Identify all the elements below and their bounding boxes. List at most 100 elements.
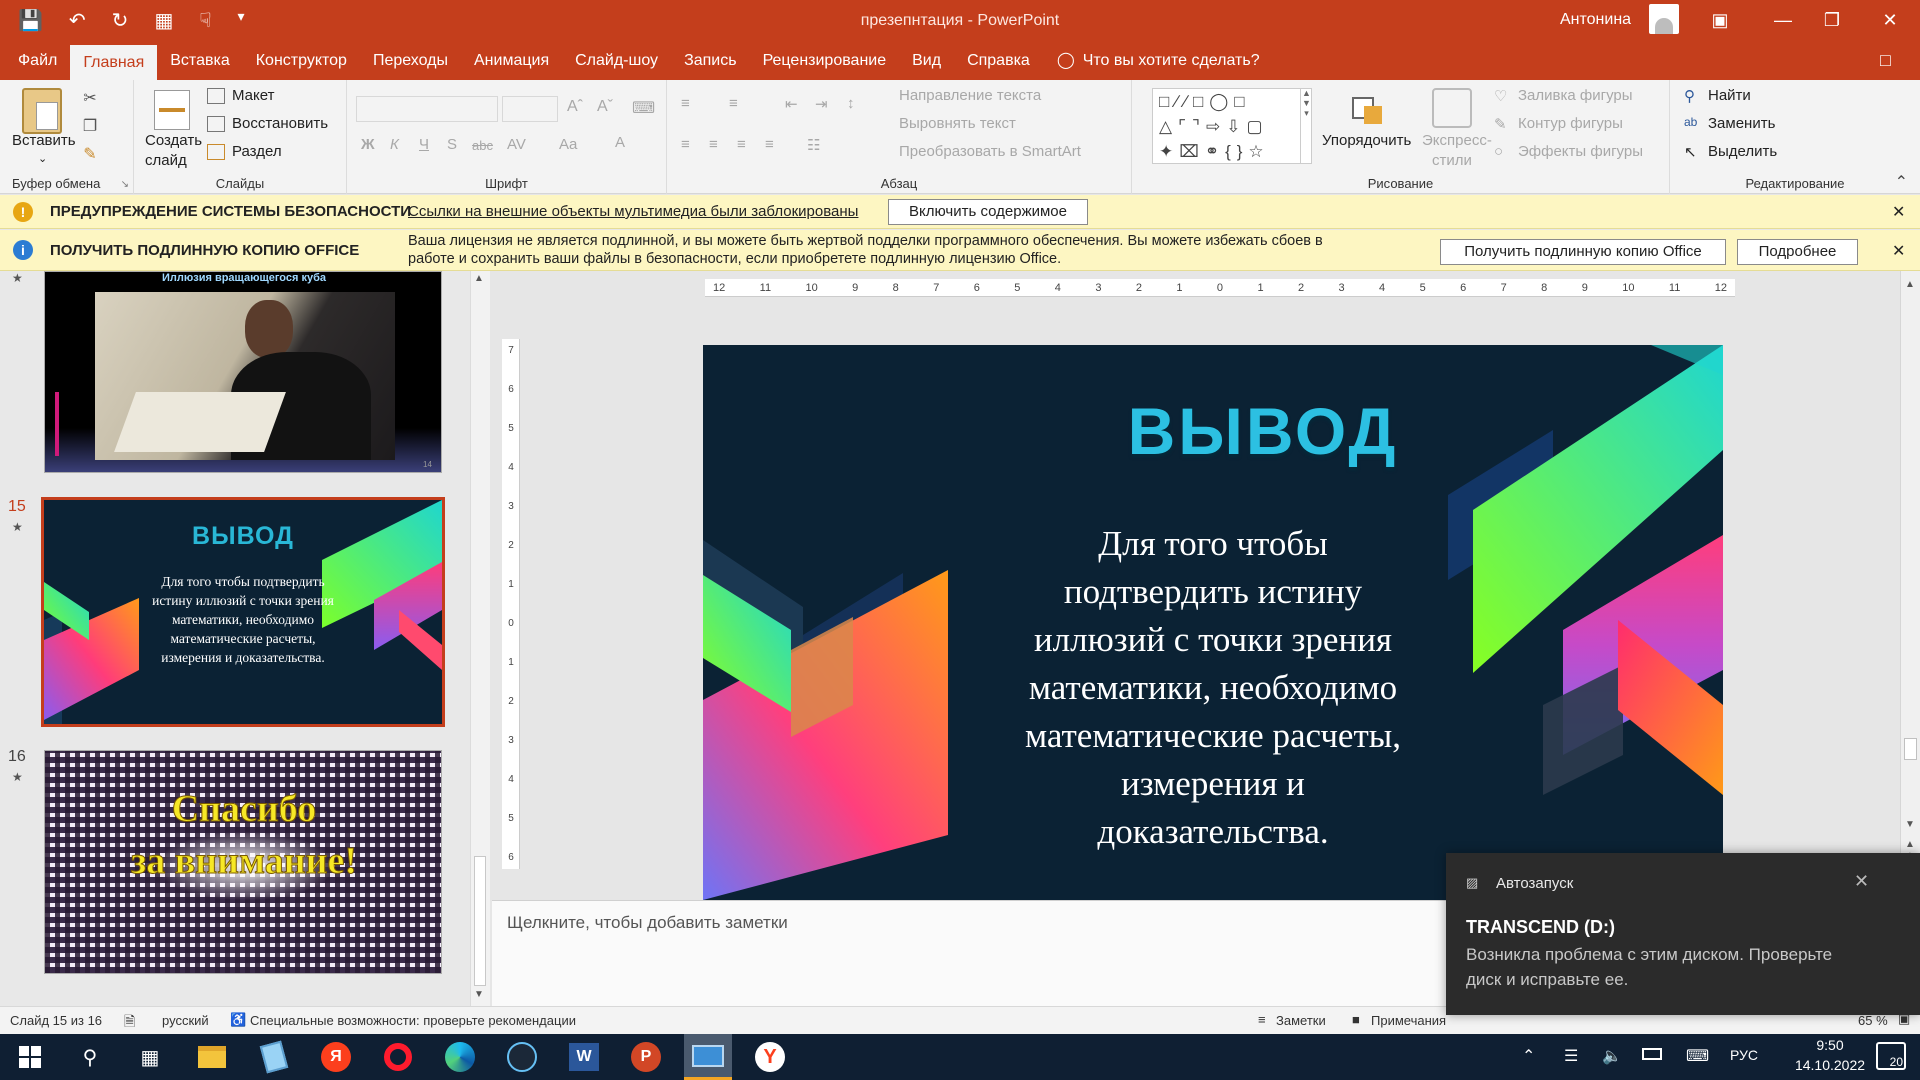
increase-indent-icon[interactable]: ⇥ — [815, 95, 828, 113]
shrink-font-icon[interactable]: Aˇ — [597, 98, 613, 116]
scroll-thumb[interactable] — [474, 856, 486, 986]
dialog-launcher-icon[interactable]: ↘ — [121, 179, 129, 190]
powerpoint-icon[interactable]: P — [622, 1039, 670, 1075]
tab-insert[interactable]: Вставка — [157, 42, 242, 80]
tab-view[interactable]: Вид — [899, 42, 954, 80]
close-bar-icon[interactable]: ✕ — [1892, 202, 1905, 222]
close-bar-icon[interactable]: ✕ — [1892, 241, 1905, 261]
quick-styles-icon[interactable] — [1432, 88, 1472, 128]
active-app-icon[interactable] — [684, 1034, 732, 1080]
calculator-icon[interactable] — [250, 1039, 298, 1075]
new-slide-label-1[interactable]: Создать — [145, 132, 202, 149]
slide-body[interactable]: Для того чтобы подтвердить истину иллюзи… — [973, 520, 1453, 856]
comments-icon[interactable]: □ — [1880, 50, 1891, 71]
tab-help[interactable]: Справка — [954, 42, 1043, 80]
tab-record[interactable]: Запись — [671, 42, 750, 80]
wifi-icon[interactable]: ☰ — [1564, 1046, 1578, 1066]
steam-icon[interactable] — [498, 1039, 546, 1075]
font-size-field[interactable] — [502, 96, 558, 122]
tab-slideshow[interactable]: Слайд-шоу — [562, 42, 671, 80]
tab-home[interactable]: Главная — [70, 45, 158, 80]
numbering-icon[interactable]: ≡ — [729, 95, 738, 112]
tray-chevron-icon[interactable]: ⌃ — [1522, 1046, 1535, 1066]
align-center-icon[interactable]: ≡ — [709, 136, 718, 153]
notification-center-icon[interactable]: 20 — [1876, 1042, 1906, 1070]
word-icon[interactable]: W — [560, 1039, 608, 1075]
slide-thumbnail-15[interactable]: ВЫВОД Для того чтобы подтвердить истину … — [41, 497, 445, 727]
minimize-icon[interactable]: — — [1763, 6, 1803, 34]
avatar[interactable] — [1649, 4, 1679, 34]
thumbnail-scrollbar[interactable]: ▲ ▼ — [470, 271, 490, 1006]
tab-file[interactable]: Файл — [0, 42, 70, 80]
yandex-browser-icon[interactable]: Я — [312, 1039, 360, 1075]
new-slide-label-2[interactable]: слайд — [145, 152, 187, 169]
blocked-media-link[interactable]: Ссылки на внешние объекты мультимедиа бы… — [408, 203, 858, 220]
line-spacing-icon[interactable]: ↕ — [847, 95, 855, 112]
yandex-icon[interactable]: Y — [746, 1039, 794, 1075]
opera-icon[interactable] — [374, 1039, 422, 1075]
paste-button[interactable]: Вставить — [12, 132, 76, 149]
close-icon[interactable]: ✕ — [1870, 6, 1910, 34]
slide-thumbnail-16[interactable]: Спасибо за внимание! — [44, 750, 442, 974]
maximize-icon[interactable]: ❐ — [1812, 6, 1852, 34]
language-indicator[interactable]: русский — [162, 1013, 209, 1028]
font-name-field[interactable] — [356, 96, 498, 122]
scroll-down-icon[interactable]: ▼ — [1905, 819, 1915, 830]
shadow-icon[interactable]: S — [447, 136, 457, 153]
collapse-ribbon-icon[interactable]: ⌃ — [1895, 172, 1908, 192]
align-text-button[interactable]: Выровнять текст — [899, 115, 1016, 132]
tab-transitions[interactable]: Переходы — [360, 42, 461, 80]
scroll-up-icon[interactable]: ▲ — [1905, 279, 1915, 290]
format-painter-icon[interactable]: ✎ — [80, 144, 100, 164]
justify-icon[interactable]: ≡ — [765, 136, 774, 153]
spelling-icon[interactable]: 🗎 — [124, 1011, 135, 1035]
tab-animations[interactable]: Анимация — [461, 42, 562, 80]
find-button[interactable]: Найти — [1708, 87, 1751, 104]
strike-icon[interactable]: abc — [472, 138, 493, 153]
shape-effects-button[interactable]: Эффекты фигуры — [1518, 143, 1643, 160]
align-left-icon[interactable]: ≡ — [681, 136, 690, 153]
case-icon[interactable]: Aa — [559, 136, 577, 153]
arrange-icon[interactable] — [1347, 88, 1387, 128]
text-direction-button[interactable]: Направление текста — [899, 87, 1041, 104]
get-genuine-button[interactable]: Получить подлинную копию Office — [1440, 239, 1726, 265]
slide-title[interactable]: ВЫВОД — [1003, 393, 1523, 469]
ribbon-display-icon[interactable]: ▣ — [1700, 6, 1740, 34]
grow-font-icon[interactable]: Aˆ — [567, 98, 583, 116]
smartart-button[interactable]: Преобразовать в SmartArt — [899, 143, 1081, 160]
tab-review[interactable]: Рецензирование — [750, 42, 900, 80]
slide-canvas[interactable]: ВЫВОД Для того чтобы подтвердить истину … — [703, 345, 1723, 900]
toast-close-icon[interactable]: ✕ — [1854, 871, 1869, 892]
notes-toggle[interactable]: Заметки — [1276, 1013, 1326, 1028]
reset-button[interactable]: Восстановить — [232, 115, 328, 132]
columns-icon[interactable]: ☷ — [807, 136, 820, 154]
select-button[interactable]: Выделить — [1708, 143, 1777, 160]
italic-icon[interactable]: К — [390, 136, 399, 153]
scroll-down-icon[interactable]: ▼ — [474, 989, 484, 1000]
volume-icon[interactable]: 🔈 — [1602, 1046, 1622, 1066]
edge-icon[interactable] — [436, 1039, 484, 1075]
slide-counter[interactable]: Слайд 15 из 16 — [10, 1013, 102, 1028]
file-explorer-icon[interactable] — [188, 1039, 236, 1075]
input-language[interactable]: РУС — [1730, 1047, 1758, 1063]
clear-format-icon[interactable]: ⌨ — [632, 98, 655, 118]
font-color-icon[interactable]: A — [615, 134, 625, 151]
quick-styles-label-2[interactable]: стили — [1432, 152, 1472, 169]
tab-design[interactable]: Конструктор — [243, 42, 360, 80]
underline-icon[interactable]: Ч — [419, 136, 429, 153]
decrease-indent-icon[interactable]: ⇤ — [785, 95, 798, 113]
windows-start-icon[interactable] — [6, 1039, 54, 1075]
align-right-icon[interactable]: ≡ — [737, 136, 746, 153]
replace-button[interactable]: Заменить — [1708, 115, 1775, 132]
clock-date[interactable]: 14.10.2022 — [1785, 1057, 1875, 1073]
new-slide-icon[interactable] — [154, 90, 190, 130]
gallery-scroll-icon[interactable]: ▲ ▼ ▾ — [1300, 88, 1312, 164]
enable-content-button[interactable]: Включить содержимое — [888, 199, 1088, 225]
shape-fill-button[interactable]: Заливка фигуры — [1518, 87, 1633, 104]
tell-me-search[interactable]: ◯ Что вы хотите сделать? — [1043, 42, 1273, 80]
user-name[interactable]: Антонина — [1560, 11, 1631, 29]
scroll-thumb[interactable] — [1904, 738, 1917, 760]
shapes-gallery[interactable]: □∕∕□◯□ △⌜⌝⇨⇩▢ ✦⌧⚭{}☆ — [1152, 88, 1312, 164]
keyboard-icon[interactable]: ⌨ — [1686, 1046, 1709, 1066]
layout-button[interactable]: Макет — [232, 87, 274, 104]
